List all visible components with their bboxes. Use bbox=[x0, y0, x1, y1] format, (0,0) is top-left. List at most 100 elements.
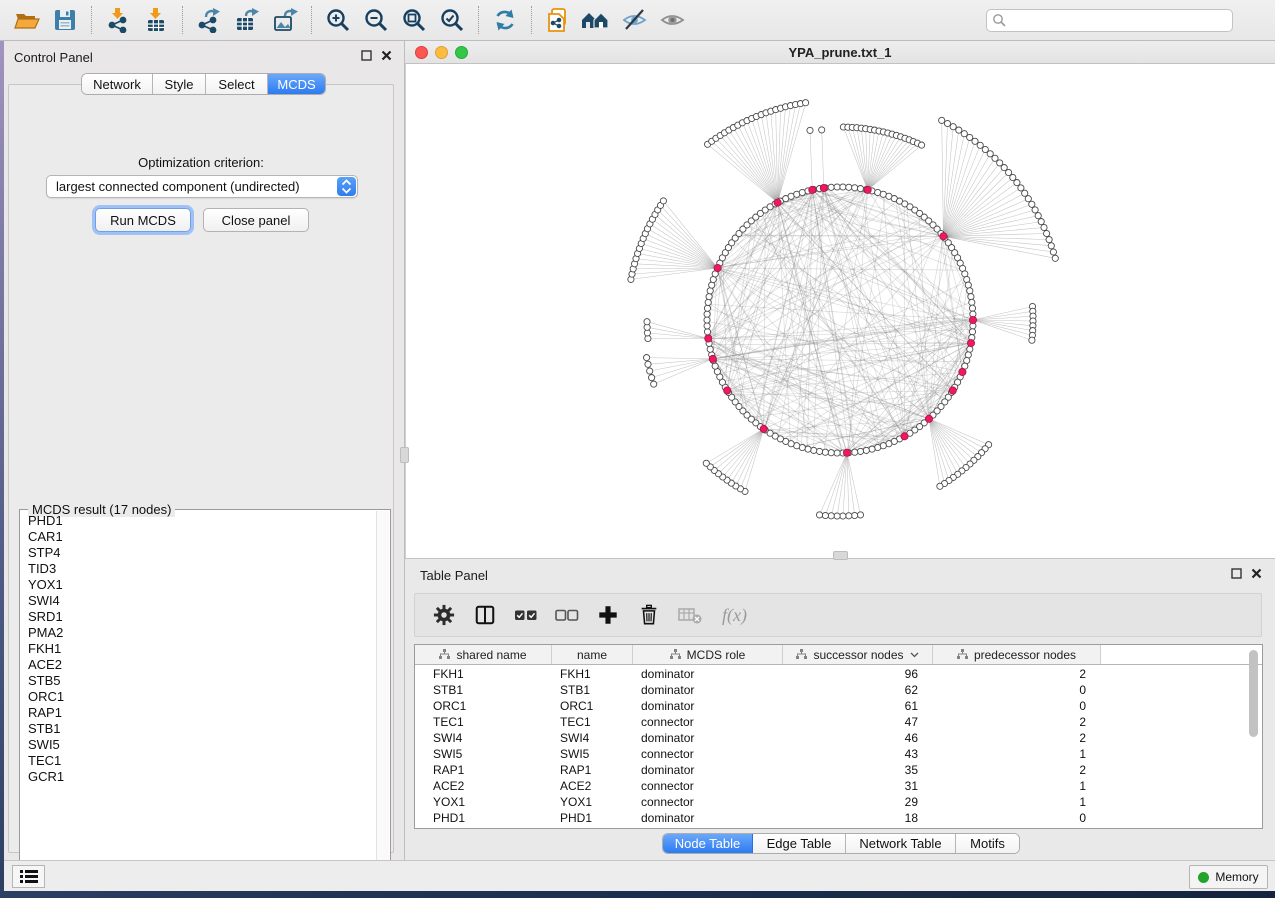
tab-motifs[interactable]: Motifs bbox=[956, 834, 1019, 853]
task-history-button[interactable] bbox=[12, 865, 45, 888]
import-table-button[interactable] bbox=[137, 3, 175, 37]
column-header-shared-name[interactable]: shared name bbox=[415, 645, 552, 664]
import-network-icon bbox=[105, 7, 131, 33]
table-scrollbar[interactable] bbox=[1248, 647, 1260, 826]
mcds-result-item[interactable]: STB1 bbox=[21, 721, 376, 737]
mcds-result-item[interactable]: PHD1 bbox=[21, 513, 376, 529]
tab-network[interactable]: Network bbox=[82, 74, 153, 94]
mcds-result-item[interactable]: RAP1 bbox=[21, 705, 376, 721]
table-cell: FKH1 bbox=[415, 666, 552, 682]
table-cell: FKH1 bbox=[552, 666, 633, 682]
column-header-predecessor-nodes[interactable]: predecessor nodes bbox=[933, 645, 1101, 664]
tab-network-table[interactable]: Network Table bbox=[846, 834, 956, 853]
network-window-titlebar[interactable]: YPA_prune.txt_1 bbox=[405, 41, 1275, 64]
horizontal-splitter-handle[interactable] bbox=[833, 551, 848, 560]
table-row[interactable]: YOX1YOX1connector291 bbox=[415, 794, 1262, 810]
tab-mcds[interactable]: MCDS bbox=[268, 74, 325, 94]
table-row[interactable]: ACE2ACE2connector311 bbox=[415, 778, 1262, 794]
table-cell: STB1 bbox=[415, 682, 552, 698]
mcds-result-item[interactable]: PMA2 bbox=[21, 625, 376, 641]
deselect-all-columns-button[interactable] bbox=[554, 602, 580, 628]
delete-column-button[interactable] bbox=[636, 602, 662, 628]
split-view-button[interactable] bbox=[472, 602, 498, 628]
export-table-button[interactable] bbox=[228, 3, 266, 37]
mcds-result-item[interactable]: FKH1 bbox=[21, 641, 376, 657]
close-table-panel-icon[interactable] bbox=[1251, 568, 1262, 579]
import-network-button[interactable] bbox=[99, 3, 137, 37]
search-icon bbox=[992, 13, 1007, 28]
show-hidden-button[interactable] bbox=[653, 3, 691, 37]
run-mcds-button[interactable]: Run MCDS bbox=[95, 208, 191, 232]
table-cell: SWI4 bbox=[415, 730, 552, 746]
table-row[interactable]: TEC1TEC1connector472 bbox=[415, 714, 1262, 730]
mcds-result-item[interactable]: TEC1 bbox=[21, 753, 376, 769]
table-row[interactable]: PHD1PHD1dominator180 bbox=[415, 810, 1262, 826]
column-header-name[interactable]: name bbox=[552, 645, 633, 664]
split-columns-icon bbox=[474, 604, 496, 626]
table-row[interactable]: ORC1ORC1dominator610 bbox=[415, 698, 1262, 714]
float-panel-icon[interactable] bbox=[361, 50, 372, 61]
column-header-MCDS-role[interactable]: MCDS role bbox=[633, 645, 783, 664]
toolbar-separator bbox=[478, 6, 479, 34]
vertical-splitter-handle[interactable] bbox=[400, 447, 409, 463]
zoom-out-button[interactable] bbox=[357, 3, 395, 37]
criterion-dropdown[interactable]: largest connected component (undirected) bbox=[46, 175, 358, 198]
table-row[interactable]: SWI5SWI5connector431 bbox=[415, 746, 1262, 762]
list-icon bbox=[19, 868, 39, 885]
open-file-button[interactable] bbox=[8, 3, 46, 37]
mcds-result-item[interactable]: GCR1 bbox=[21, 769, 376, 785]
save-session-button[interactable] bbox=[46, 3, 84, 37]
mcds-result-list[interactable]: PHD1CAR1STP4TID3YOX1SWI4SRD1PMA2FKH1ACE2… bbox=[21, 513, 376, 880]
mcds-result-item[interactable]: YOX1 bbox=[21, 577, 376, 593]
close-panel-button[interactable]: Close panel bbox=[203, 208, 309, 232]
network-view-window: YPA_prune.txt_1 bbox=[405, 41, 1275, 558]
column-header-successor-nodes[interactable]: successor nodes bbox=[783, 645, 933, 664]
table-cell: TEC1 bbox=[552, 714, 633, 730]
clone-network-button[interactable] bbox=[539, 3, 577, 37]
mcds-result-item[interactable]: CAR1 bbox=[21, 529, 376, 545]
mcds-result-item[interactable]: TID3 bbox=[21, 561, 376, 577]
close-panel-icon[interactable] bbox=[381, 50, 392, 61]
table-cell: ORC1 bbox=[415, 698, 552, 714]
select-all-columns-button[interactable] bbox=[513, 602, 539, 628]
hide-selected-button[interactable] bbox=[615, 3, 653, 37]
table-row[interactable]: STB1STB1dominator620 bbox=[415, 682, 1262, 698]
table-row[interactable]: FKH1FKH1dominator962 bbox=[415, 666, 1262, 682]
tab-edge-table[interactable]: Edge Table bbox=[753, 834, 846, 853]
network-canvas[interactable] bbox=[405, 64, 1275, 558]
mcds-result-item[interactable]: STP4 bbox=[21, 545, 376, 561]
zoom-in-button[interactable] bbox=[319, 3, 357, 37]
float-table-panel-icon[interactable] bbox=[1231, 568, 1242, 579]
tab-style[interactable]: Style bbox=[153, 74, 206, 94]
export-image-button[interactable] bbox=[266, 3, 304, 37]
mcds-result-item[interactable]: ORC1 bbox=[21, 689, 376, 705]
table-row[interactable]: SWI4SWI4dominator462 bbox=[415, 730, 1262, 746]
trash-icon bbox=[638, 604, 660, 626]
mcds-result-item[interactable]: ACE2 bbox=[21, 657, 376, 673]
table-row[interactable]: RAP1RAP1dominator352 bbox=[415, 762, 1262, 778]
search-input[interactable] bbox=[986, 9, 1233, 32]
memory-button[interactable]: Memory bbox=[1189, 865, 1268, 889]
mcds-result-item[interactable]: SWI5 bbox=[21, 737, 376, 753]
table-cell: 2 bbox=[933, 666, 1101, 682]
mcds-result-item[interactable]: SRD1 bbox=[21, 609, 376, 625]
zoom-fit-button[interactable] bbox=[395, 3, 433, 37]
ring-nodes[interactable] bbox=[704, 184, 976, 456]
zoom-selected-button[interactable] bbox=[433, 3, 471, 37]
column-settings-button[interactable] bbox=[431, 602, 457, 628]
unchecked-boxes-icon bbox=[554, 604, 580, 626]
export-network-button[interactable] bbox=[190, 3, 228, 37]
show-all-button[interactable] bbox=[577, 3, 615, 37]
table-cell: 2 bbox=[933, 714, 1101, 730]
refresh-view-button[interactable] bbox=[486, 3, 524, 37]
mcds-list-scrollbar[interactable] bbox=[376, 511, 389, 880]
table-cell: RAP1 bbox=[415, 762, 552, 778]
mcds-result-item[interactable]: SWI4 bbox=[21, 593, 376, 609]
table-scrollbar-thumb[interactable] bbox=[1249, 650, 1258, 737]
network-graph[interactable] bbox=[406, 64, 1274, 556]
mcds-result-item[interactable]: STB5 bbox=[21, 673, 376, 689]
table-cell: dominator bbox=[633, 698, 783, 714]
tab-node-table[interactable]: Node Table bbox=[663, 834, 753, 853]
add-column-button[interactable] bbox=[595, 602, 621, 628]
tab-select[interactable]: Select bbox=[206, 74, 268, 94]
